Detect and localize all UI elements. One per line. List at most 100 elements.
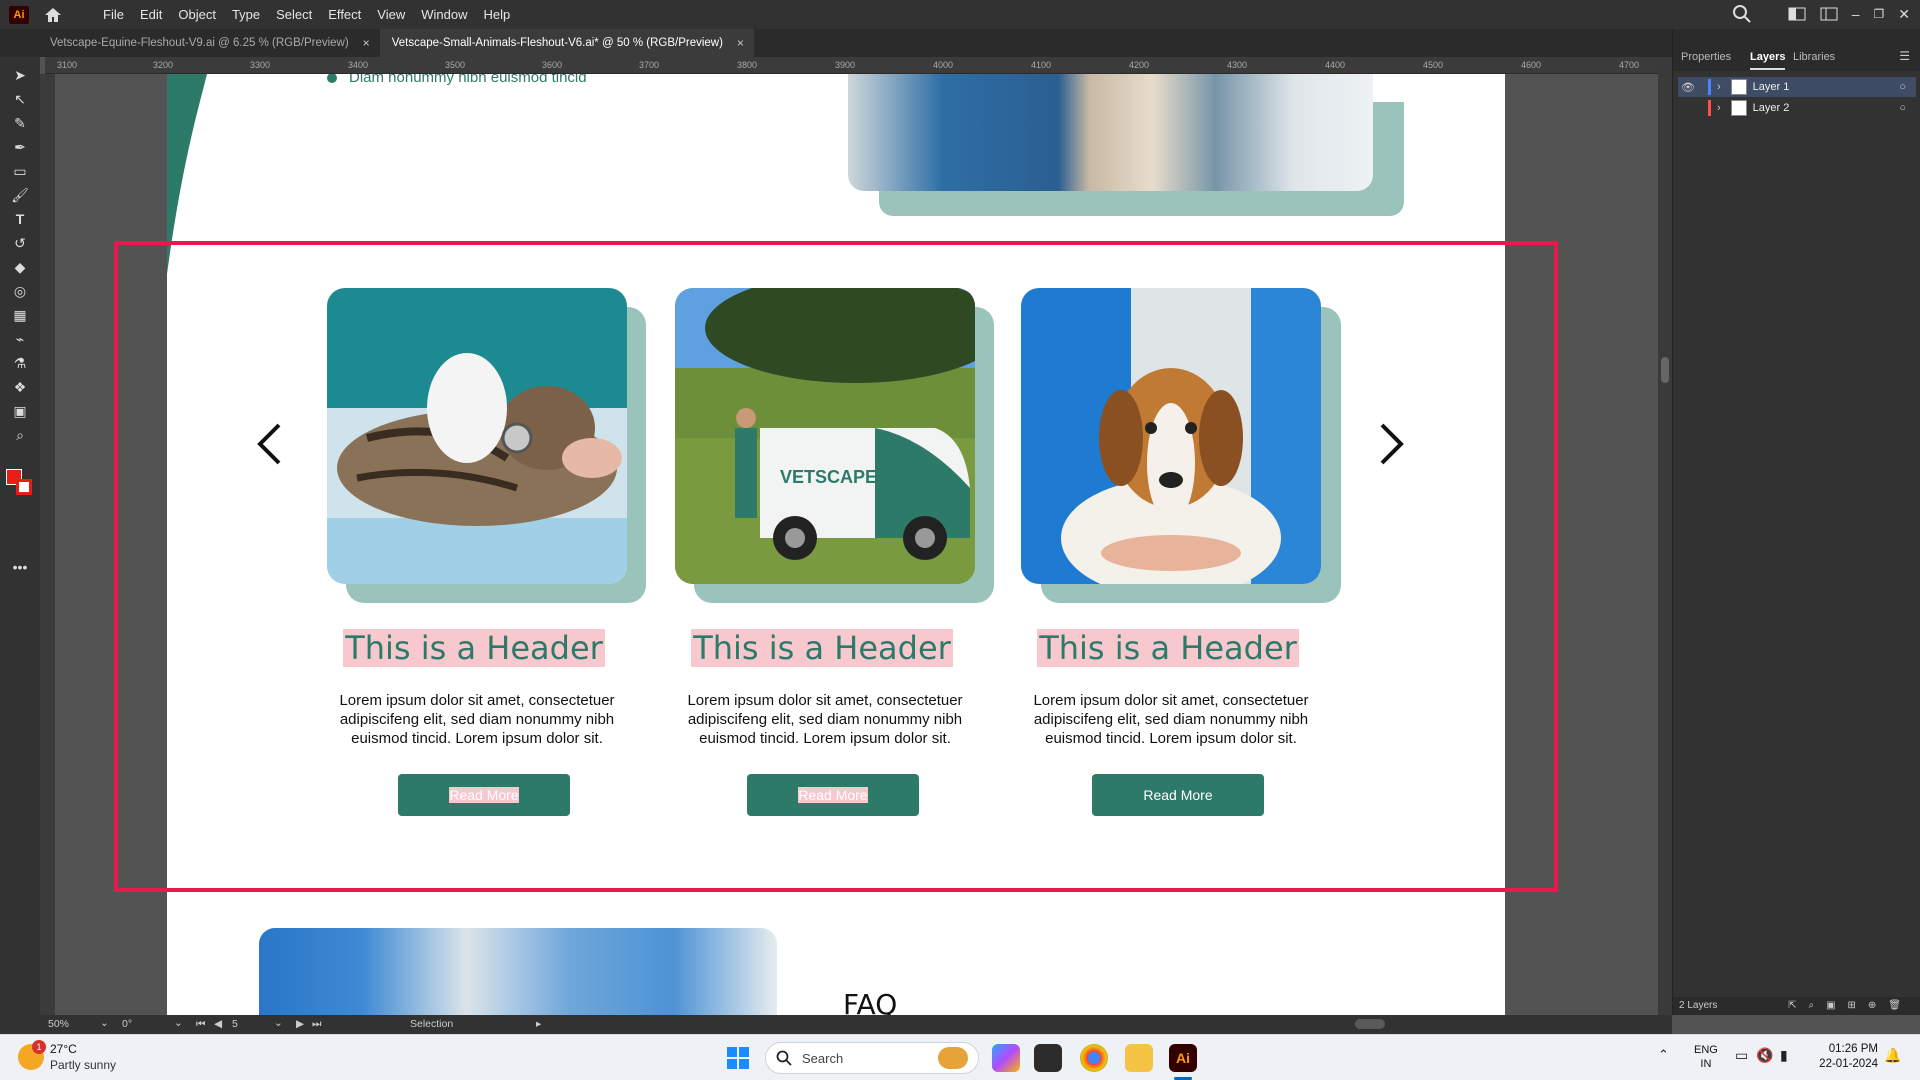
weather-temp[interactable]: 27°C — [50, 1042, 77, 1056]
previous-artboard-icon[interactable]: ◀ — [214, 1018, 222, 1030]
first-artboard-icon[interactable]: ⏮ — [196, 1018, 205, 1031]
panel-footer-icons[interactable]: ⇱⌕▣⊞⊕🗑 — [1788, 1000, 1913, 1011]
search-highlight-icon — [938, 1047, 968, 1069]
layer-row[interactable]: › Layer 2 ○ — [1678, 98, 1916, 118]
ruler-label: 4100 — [1031, 60, 1052, 70]
layer-row[interactable]: 👁 › Layer 1 ○ — [1678, 77, 1916, 97]
taskview-icon[interactable] — [1034, 1044, 1062, 1072]
language-indicator[interactable]: ENG IN — [1694, 1043, 1718, 1071]
app-logo: Ai — [9, 5, 29, 24]
menu-help[interactable]: Help — [475, 7, 518, 22]
target-circle-icon[interactable]: ○ — [1899, 102, 1906, 114]
menu-window[interactable]: Window — [413, 7, 475, 22]
battery-icon[interactable]: ▮ — [1780, 1047, 1788, 1064]
artboard-number[interactable]: 5 — [232, 1018, 238, 1030]
status-bar: 50% ⌄ 0° ⌄ ⏮ ◀ 5 ⌄ ▶ ⏭ Selection ▸ — [0, 1015, 1672, 1034]
copilot-icon[interactable] — [992, 1044, 1020, 1072]
menu-effect[interactable]: Effect — [320, 7, 369, 22]
restore-icon[interactable]: ❐ — [1874, 7, 1885, 21]
panel-menu-icon[interactable]: ☰ — [1899, 49, 1910, 63]
layer-name[interactable]: Layer 1 — [1753, 81, 1790, 93]
magic-wand-icon[interactable]: ✎ — [8, 113, 32, 133]
ruler-label: 3600 — [542, 60, 563, 70]
date-text: 22-01-2024 — [1819, 1058, 1878, 1070]
blend-tool-icon[interactable]: ⚗ — [8, 353, 32, 373]
windows-start-icon[interactable] — [724, 1044, 752, 1072]
horizontal-ruler: 3100 3200 3300 3400 3500 3600 3700 3800 … — [45, 57, 1672, 74]
vertical-scrollbar[interactable] — [1658, 57, 1672, 1015]
time-text: 01:26 PM — [1828, 1043, 1878, 1055]
ruler-label: 4600 — [1521, 60, 1542, 70]
arrange-documents-icon[interactable] — [1788, 7, 1806, 21]
pen-tool-icon[interactable]: ✒ — [8, 137, 32, 157]
menu-view[interactable]: View — [369, 7, 413, 22]
menu-file[interactable]: File — [95, 7, 132, 22]
minimize-icon[interactable]: – — [1852, 6, 1860, 22]
expand-arrow-icon[interactable]: › — [1717, 102, 1721, 114]
tab-properties[interactable]: Properties — [1681, 51, 1731, 63]
layer-name[interactable]: Layer 2 — [1753, 102, 1790, 114]
weather-desc[interactable]: Partly sunny — [50, 1058, 116, 1072]
search-placeholder: Search — [802, 1050, 844, 1066]
shape-builder-icon[interactable]: ◎ — [8, 281, 32, 301]
artboard-tool-icon[interactable]: ▣ — [8, 401, 32, 421]
chevron-down-icon[interactable]: ⌄ — [174, 1017, 183, 1029]
type-tool-icon[interactable]: T — [8, 209, 32, 229]
monitor-icon[interactable]: ▭ — [1735, 1047, 1748, 1064]
ruler-label: 4500 — [1423, 60, 1444, 70]
tab-layers[interactable]: Layers — [1750, 51, 1786, 70]
search-icon[interactable] — [1732, 4, 1752, 24]
selection-tool-icon[interactable]: ➤ — [8, 65, 32, 85]
menu-edit[interactable]: Edit — [132, 7, 170, 22]
home-icon[interactable] — [43, 6, 63, 24]
speaker-muted-icon[interactable]: 🔇 — [1756, 1047, 1773, 1064]
tab-equine[interactable]: Vetscape-Equine-Fleshout-V9.ai @ 6.25 % … — [0, 29, 380, 57]
ruler-label: 3900 — [835, 60, 856, 70]
ruler-label: 4400 — [1325, 60, 1346, 70]
close-icon[interactable]: × — [363, 36, 370, 50]
ruler-label: 4700 — [1619, 60, 1640, 70]
tab-libraries[interactable]: Libraries — [1793, 51, 1835, 63]
menu-object[interactable]: Object — [170, 7, 224, 22]
expand-arrow-icon[interactable]: › — [1717, 81, 1721, 93]
chevron-down-icon[interactable]: ⌄ — [274, 1017, 283, 1029]
scrollbar-thumb[interactable] — [1661, 357, 1669, 383]
ruler-label: 3300 — [250, 60, 271, 70]
last-artboard-icon[interactable]: ⏭ — [312, 1018, 321, 1031]
horizontal-scrollbar-thumb[interactable] — [1355, 1019, 1385, 1029]
gradient-tool-icon[interactable]: ▦ — [8, 305, 32, 325]
zoom-level[interactable]: 50% — [48, 1018, 69, 1030]
layer-thumbnail — [1730, 100, 1747, 116]
menu-select[interactable]: Select — [268, 7, 320, 22]
direct-selection-tool-icon[interactable]: ↖ — [8, 89, 32, 109]
current-tool: Selection — [410, 1018, 454, 1030]
close-icon[interactable]: × — [737, 36, 744, 50]
notification-bell-icon[interactable]: 🔔 — [1884, 1047, 1901, 1064]
tab-small-animals[interactable]: Vetscape-Small-Animals-Fleshout-V6.ai* @… — [379, 29, 754, 57]
next-artboard-icon[interactable]: ▶ — [296, 1018, 304, 1030]
layer-thumbnail — [1730, 79, 1747, 95]
chrome-icon[interactable] — [1080, 1044, 1108, 1072]
rotate-tool-icon[interactable]: ↺ — [8, 233, 32, 253]
chevron-down-icon[interactable]: ⌄ — [100, 1017, 109, 1029]
more-tools-icon[interactable]: ••• — [8, 557, 32, 577]
clock[interactable]: 01:26 PM 22-01-2024 — [1808, 1042, 1878, 1072]
rectangle-tool-icon[interactable]: ▭ — [8, 161, 32, 181]
target-circle-icon[interactable]: ○ — [1899, 81, 1906, 93]
chevron-up-icon[interactable]: ⌃ — [1658, 1047, 1669, 1063]
close-icon[interactable]: ✕ — [1898, 6, 1910, 23]
symbol-sprayer-icon[interactable]: ❖ — [8, 377, 32, 397]
taskbar-search[interactable]: Search — [765, 1042, 979, 1074]
zoom-tool-icon[interactable]: ⌕ — [8, 425, 32, 445]
paintbrush-tool-icon[interactable]: 🖌 — [8, 185, 32, 205]
eraser-tool-icon[interactable]: ◆ — [8, 257, 32, 277]
workspace-icon[interactable] — [1820, 7, 1838, 21]
file-explorer-icon[interactable] — [1125, 1044, 1153, 1072]
eyedropper-tool-icon[interactable]: ⌁ — [8, 329, 32, 349]
status-menu-arrow[interactable]: ▸ — [536, 1018, 541, 1030]
stroke-color-swatch[interactable] — [16, 479, 32, 495]
illustrator-taskbar-icon[interactable]: Ai — [1169, 1044, 1197, 1072]
menu-type[interactable]: Type — [224, 7, 268, 22]
rotation-value[interactable]: 0° — [122, 1018, 132, 1030]
eye-icon[interactable]: 👁 — [1678, 81, 1698, 94]
